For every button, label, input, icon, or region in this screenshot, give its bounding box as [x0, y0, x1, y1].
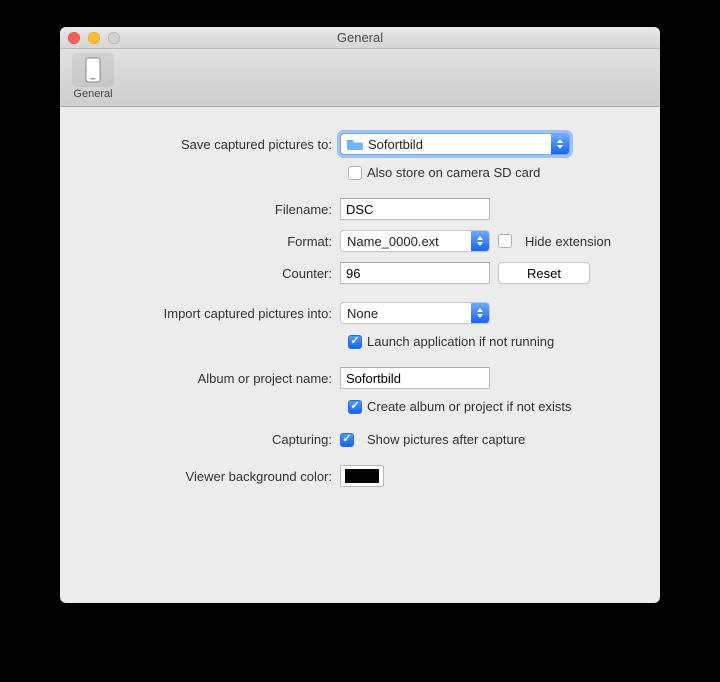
show-after-checkbox[interactable]: [340, 433, 354, 447]
zoom-icon[interactable]: [108, 32, 120, 44]
import-into-label: Import captured pictures into:: [84, 306, 340, 321]
save-to-label: Save captured pictures to:: [84, 137, 340, 152]
content: Save captured pictures to: Sofortbild Al…: [60, 107, 660, 517]
hide-extension-checkbox[interactable]: [498, 234, 512, 248]
save-to-popup[interactable]: Sofortbild: [340, 133, 570, 155]
create-album-checkbox[interactable]: [348, 400, 362, 414]
album-label: Album or project name:: [84, 371, 340, 386]
viewer-bg-color-chip: [345, 469, 379, 483]
format-popup[interactable]: Name_0000.ext: [340, 230, 490, 252]
chevron-updown-icon: [551, 134, 569, 154]
counter-input[interactable]: [340, 262, 490, 284]
launch-app-label: Launch application if not running: [367, 334, 554, 349]
window-title: General: [337, 30, 383, 45]
show-after-label: Show pictures after capture: [367, 432, 525, 447]
capturing-label: Capturing:: [84, 432, 340, 447]
launch-app-checkbox[interactable]: [348, 335, 362, 349]
sd-card-checkbox[interactable]: [348, 166, 362, 180]
tab-general[interactable]: General: [66, 53, 120, 100]
filename-input[interactable]: [340, 198, 490, 220]
general-icon: [72, 53, 114, 87]
tab-general-label: General: [66, 88, 120, 100]
hide-extension-label: Hide extension: [525, 234, 611, 249]
viewer-bg-label: Viewer background color:: [84, 469, 340, 484]
save-to-value: Sofortbild: [368, 137, 423, 152]
close-icon[interactable]: [68, 32, 80, 44]
toolbar: General: [60, 49, 660, 107]
format-label: Format:: [84, 234, 340, 249]
titlebar: General: [60, 27, 660, 49]
import-into-popup[interactable]: None: [340, 302, 490, 324]
window-controls: [68, 32, 120, 44]
import-into-value: None: [347, 306, 378, 321]
counter-label: Counter:: [84, 266, 340, 281]
chevron-updown-icon: [471, 303, 489, 323]
create-album-label: Create album or project if not exists: [367, 399, 571, 414]
viewer-bg-colorwell[interactable]: [340, 465, 384, 487]
minimize-icon[interactable]: [88, 32, 100, 44]
folder-icon: [347, 138, 363, 151]
album-input[interactable]: [340, 367, 490, 389]
format-value: Name_0000.ext: [347, 234, 439, 249]
chevron-updown-icon: [471, 231, 489, 251]
reset-button[interactable]: Reset: [498, 262, 590, 284]
preferences-window: General General Save captured pictures t…: [60, 27, 660, 603]
sd-card-label: Also store on camera SD card: [367, 165, 540, 180]
filename-label: Filename:: [84, 202, 340, 217]
